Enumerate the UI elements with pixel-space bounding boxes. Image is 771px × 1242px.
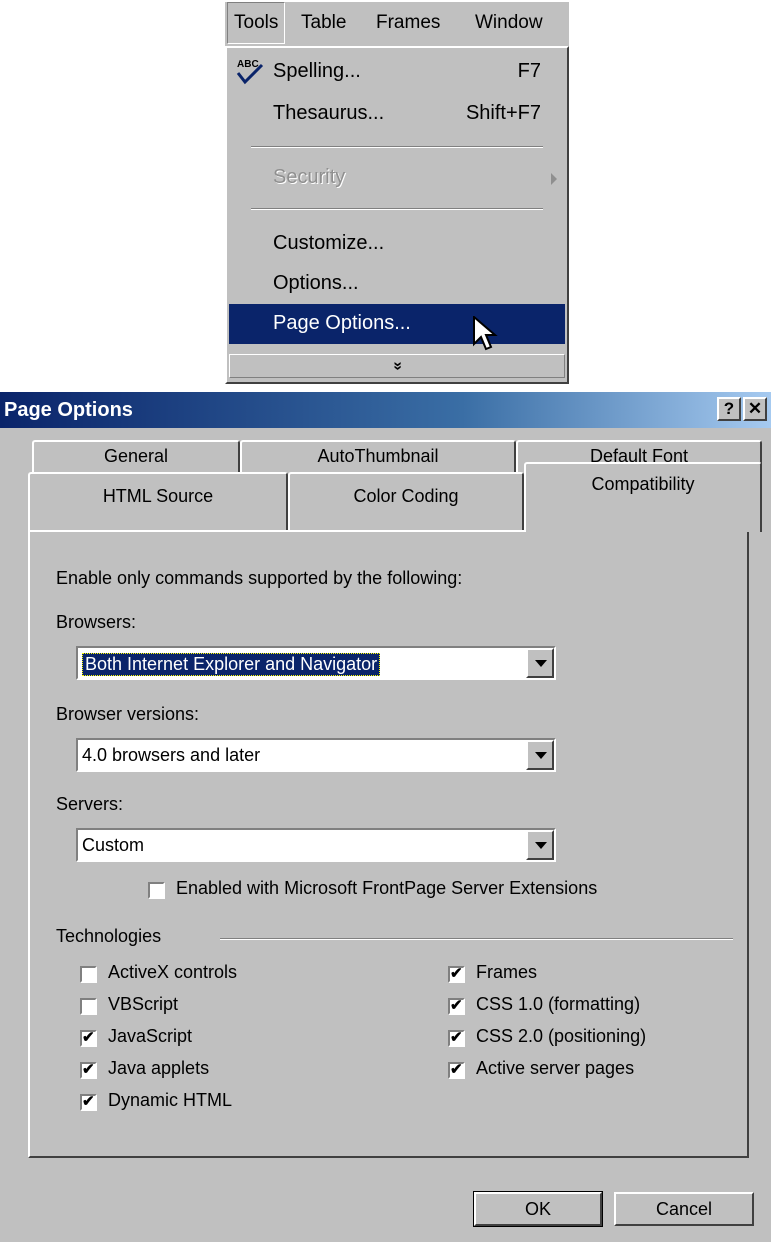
- submenu-arrow-icon: [551, 173, 557, 185]
- spelling-abc-check-icon: ABC: [236, 59, 264, 85]
- vbscript-label[interactable]: VBScript: [108, 994, 178, 1015]
- browser-versions-value: 4.0 browsers and later: [82, 745, 261, 765]
- servers-value: Custom: [82, 835, 145, 855]
- dialog-title-bar[interactable]: Page Options ? ✕: [0, 392, 771, 428]
- close-icon: ✕: [747, 399, 763, 418]
- tools-dropdown-menu: ABC Spelling... F7 Thesaurus... Shift+F7…: [225, 46, 569, 384]
- activex-label[interactable]: ActiveX controls: [108, 962, 237, 983]
- expand-menu-chevron[interactable]: »: [229, 354, 565, 378]
- server-extensions-label[interactable]: Enabled with Microsoft FrontPage Server …: [176, 878, 597, 899]
- vbscript-checkbox[interactable]: [80, 998, 97, 1015]
- compatibility-panel: Enable only commands supported by the fo…: [28, 530, 749, 1158]
- dropdown-arrow-icon[interactable]: [526, 830, 554, 860]
- css1-label[interactable]: CSS 1.0 (formatting): [476, 994, 640, 1015]
- close-button[interactable]: ✕: [743, 397, 767, 421]
- css2-checkbox[interactable]: [448, 1028, 465, 1047]
- activex-checkbox[interactable]: [80, 966, 97, 983]
- menu-separator: [251, 208, 543, 210]
- tab-autothumbnail[interactable]: AutoThumbnail: [240, 440, 516, 472]
- menu-item-page-options[interactable]: Page Options...: [229, 304, 565, 344]
- page-options-dialog: Page Options ? ✕ General AutoThumbnail D…: [0, 392, 771, 1242]
- menu-tools[interactable]: Tools: [227, 2, 286, 44]
- ok-button[interactable]: OK: [473, 1191, 603, 1227]
- dialog-title: Page Options: [4, 399, 133, 421]
- tab-general[interactable]: General: [32, 440, 240, 472]
- css1-checkbox[interactable]: [448, 996, 465, 1015]
- css2-label[interactable]: CSS 2.0 (positioning): [476, 1026, 646, 1047]
- menu-item-label: Thesaurus...: [273, 102, 385, 124]
- menu-item-label: Customize...: [273, 232, 385, 254]
- technologies-group-label: Technologies: [56, 926, 162, 946]
- servers-select[interactable]: Custom: [76, 828, 556, 862]
- menu-window[interactable]: Window: [469, 2, 549, 44]
- cancel-button[interactable]: Cancel: [614, 1192, 754, 1226]
- double-chevron-down-icon: »: [389, 361, 406, 371]
- group-divider: [220, 938, 733, 940]
- dynamic-html-label[interactable]: Dynamic HTML: [108, 1090, 232, 1111]
- menu-item-label: Spelling...: [273, 60, 361, 82]
- menu-item-label: Options...: [273, 272, 359, 294]
- active-server-pages-checkbox[interactable]: [448, 1060, 465, 1079]
- server-extensions-checkbox[interactable]: [148, 882, 165, 899]
- dynamic-html-checkbox[interactable]: [80, 1092, 97, 1111]
- javascript-label[interactable]: JavaScript: [108, 1026, 192, 1047]
- frames-label[interactable]: Frames: [476, 962, 537, 983]
- browser-versions-select[interactable]: 4.0 browsers and later: [76, 738, 556, 772]
- menu-item-shortcut: Shift+F7: [465, 102, 541, 124]
- javascript-checkbox[interactable]: [80, 1028, 97, 1047]
- dropdown-arrow-icon[interactable]: [526, 740, 554, 770]
- java-applets-checkbox[interactable]: [80, 1060, 97, 1079]
- frames-checkbox[interactable]: [448, 964, 465, 983]
- menu-separator: [251, 146, 543, 148]
- menu-frames[interactable]: Frames: [370, 2, 446, 44]
- tab-html-source[interactable]: HTML Source: [28, 472, 288, 530]
- menu-table[interactable]: Table: [295, 2, 352, 44]
- mouse-pointer-icon: [473, 316, 498, 351]
- browsers-label: Browsers:: [56, 612, 137, 632]
- menu-item-security[interactable]: Security: [229, 158, 565, 198]
- question-mark-icon: ?: [723, 399, 735, 418]
- servers-label: Servers:: [56, 794, 124, 814]
- menu-item-label: Security: [273, 166, 346, 188]
- tab-color-coding[interactable]: Color Coding: [288, 472, 524, 530]
- java-applets-label[interactable]: Java applets: [108, 1058, 209, 1079]
- browsers-value: Both Internet Explorer and Navigator: [82, 653, 381, 676]
- browsers-select[interactable]: Both Internet Explorer and Navigator: [76, 646, 556, 680]
- active-server-pages-label[interactable]: Active server pages: [476, 1058, 634, 1079]
- browser-versions-label: Browser versions:: [56, 704, 200, 724]
- menu-item-shortcut: F7: [517, 60, 541, 82]
- dropdown-arrow-icon[interactable]: [526, 648, 554, 678]
- menu-bar: Tools Table Frames Window: [225, 2, 569, 46]
- help-button[interactable]: ?: [717, 397, 741, 421]
- tab-compatibility[interactable]: Compatibility: [524, 462, 762, 532]
- menu-item-spelling[interactable]: ABC Spelling... F7: [229, 52, 565, 92]
- svg-text:ABC: ABC: [237, 59, 259, 70]
- menu-item-options[interactable]: Options...: [229, 264, 565, 304]
- intro-text: Enable only commands supported by the fo…: [56, 568, 463, 588]
- menu-item-label: Page Options...: [273, 312, 411, 334]
- menu-item-customize[interactable]: Customize...: [229, 224, 565, 264]
- menu-item-thesaurus[interactable]: Thesaurus... Shift+F7: [229, 94, 565, 134]
